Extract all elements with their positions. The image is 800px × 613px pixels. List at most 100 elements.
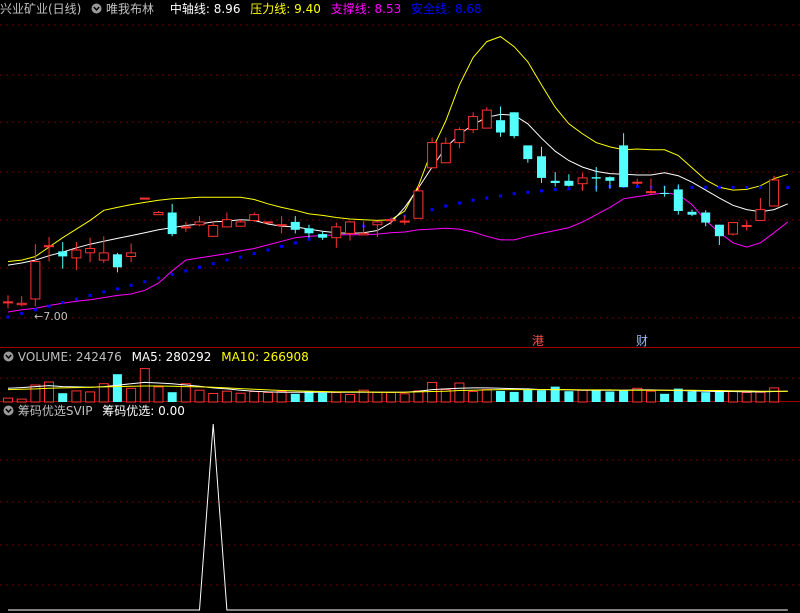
volume-bar — [687, 391, 697, 402]
safe-line-dot — [170, 273, 174, 276]
safe-line-dot — [280, 244, 284, 248]
safe-line-dot — [74, 297, 78, 301]
candle-up — [386, 219, 396, 222]
candle-up — [413, 190, 424, 219]
safe-line-dot — [88, 293, 92, 297]
candle-down — [496, 120, 505, 133]
safe-line-dot — [307, 237, 311, 241]
volume-bar — [399, 393, 410, 403]
volume-bar — [454, 382, 465, 403]
safe-line-dot — [512, 192, 516, 196]
stock-chart[interactable]: ←7.00 港 财 — [0, 0, 800, 613]
candles — [3, 106, 780, 309]
volume-bar — [167, 392, 177, 402]
candle-down — [619, 145, 629, 188]
safe-line-dot — [143, 280, 147, 284]
candle-up — [331, 226, 342, 239]
volume-bar — [276, 391, 287, 403]
candle-up — [372, 221, 383, 226]
volume-bar — [126, 387, 137, 403]
candle-up — [180, 226, 191, 229]
safe-line-dot — [690, 185, 694, 189]
volume-bar — [16, 398, 27, 403]
candle-up — [194, 221, 205, 226]
volume-bars — [3, 368, 788, 403]
safe-line-dot — [457, 201, 461, 205]
volume-bar — [591, 389, 601, 402]
volume-bar — [221, 390, 232, 403]
candle-down — [673, 189, 683, 211]
candle-up — [358, 232, 369, 236]
candle-up — [16, 302, 27, 306]
safe-line-dot — [499, 194, 502, 198]
safe-line-dot — [758, 185, 762, 189]
safe-line-dot — [704, 185, 708, 189]
volume-bar — [44, 381, 54, 403]
candle-down — [318, 234, 328, 238]
candle-up — [3, 301, 13, 304]
chip-signal-line — [8, 423, 788, 611]
volume-bar — [537, 390, 546, 402]
safe-line-dot — [252, 252, 256, 256]
chip-line — [8, 423, 788, 611]
volume-bar — [208, 393, 219, 403]
event-marker-hk[interactable]: 港 — [532, 334, 544, 348]
volume-bar — [3, 397, 13, 403]
volume-bar — [564, 391, 574, 402]
volume-bar — [728, 390, 738, 403]
volume-bar — [714, 390, 724, 402]
candle-up — [755, 209, 766, 221]
volume-bar — [85, 391, 96, 403]
candle-up — [126, 252, 137, 257]
candle-up — [249, 214, 260, 221]
candle-up — [208, 225, 219, 237]
volume-bar — [619, 390, 629, 402]
safe-line-dot — [211, 262, 215, 266]
candle-down — [660, 193, 670, 194]
mid-band-line — [7, 113, 788, 266]
candle-down — [550, 180, 560, 183]
indicator-lines — [6, 36, 790, 319]
low-price-label: ←7.00 — [34, 310, 68, 323]
volume-bar — [71, 390, 82, 403]
event-marker-finance[interactable]: 财 — [636, 334, 648, 348]
candle-up — [728, 222, 738, 235]
candle-up — [454, 129, 465, 144]
volume-bar — [741, 392, 752, 403]
candle-down — [714, 224, 724, 237]
volume-bar — [112, 374, 122, 402]
volume-bar — [386, 392, 396, 403]
safe-line-dot — [61, 301, 65, 305]
candle-down — [701, 212, 711, 223]
safe-line-dot — [745, 185, 749, 189]
volume-bar — [509, 391, 519, 402]
candle-up — [468, 116, 479, 131]
safe-line-dot — [47, 304, 51, 308]
safe-line-dot — [102, 290, 106, 294]
volume-bar — [249, 391, 260, 403]
volume-bar — [331, 392, 342, 403]
safe-line-dot — [157, 276, 160, 280]
volume-bar — [769, 387, 780, 403]
volume-bar — [660, 393, 670, 402]
volume-bar — [194, 389, 205, 403]
candle-up — [71, 249, 82, 259]
safe-line-dot — [485, 196, 489, 200]
candle-down — [58, 251, 68, 257]
candle-up — [153, 212, 164, 216]
candle-up — [440, 142, 451, 164]
candle-up — [646, 191, 656, 194]
upper-band-line — [7, 36, 788, 262]
safe-line-dot — [6, 315, 10, 319]
volume-bar — [153, 386, 164, 403]
volume-bar — [496, 390, 505, 402]
candle-up — [235, 221, 246, 227]
candle-down — [591, 177, 601, 179]
candle-down — [523, 145, 533, 160]
volume-bar — [262, 392, 273, 403]
candle-up — [481, 109, 492, 129]
candle-up — [139, 197, 150, 200]
candle-down — [687, 211, 697, 215]
candle-up — [632, 181, 643, 184]
candle-up — [741, 225, 752, 227]
